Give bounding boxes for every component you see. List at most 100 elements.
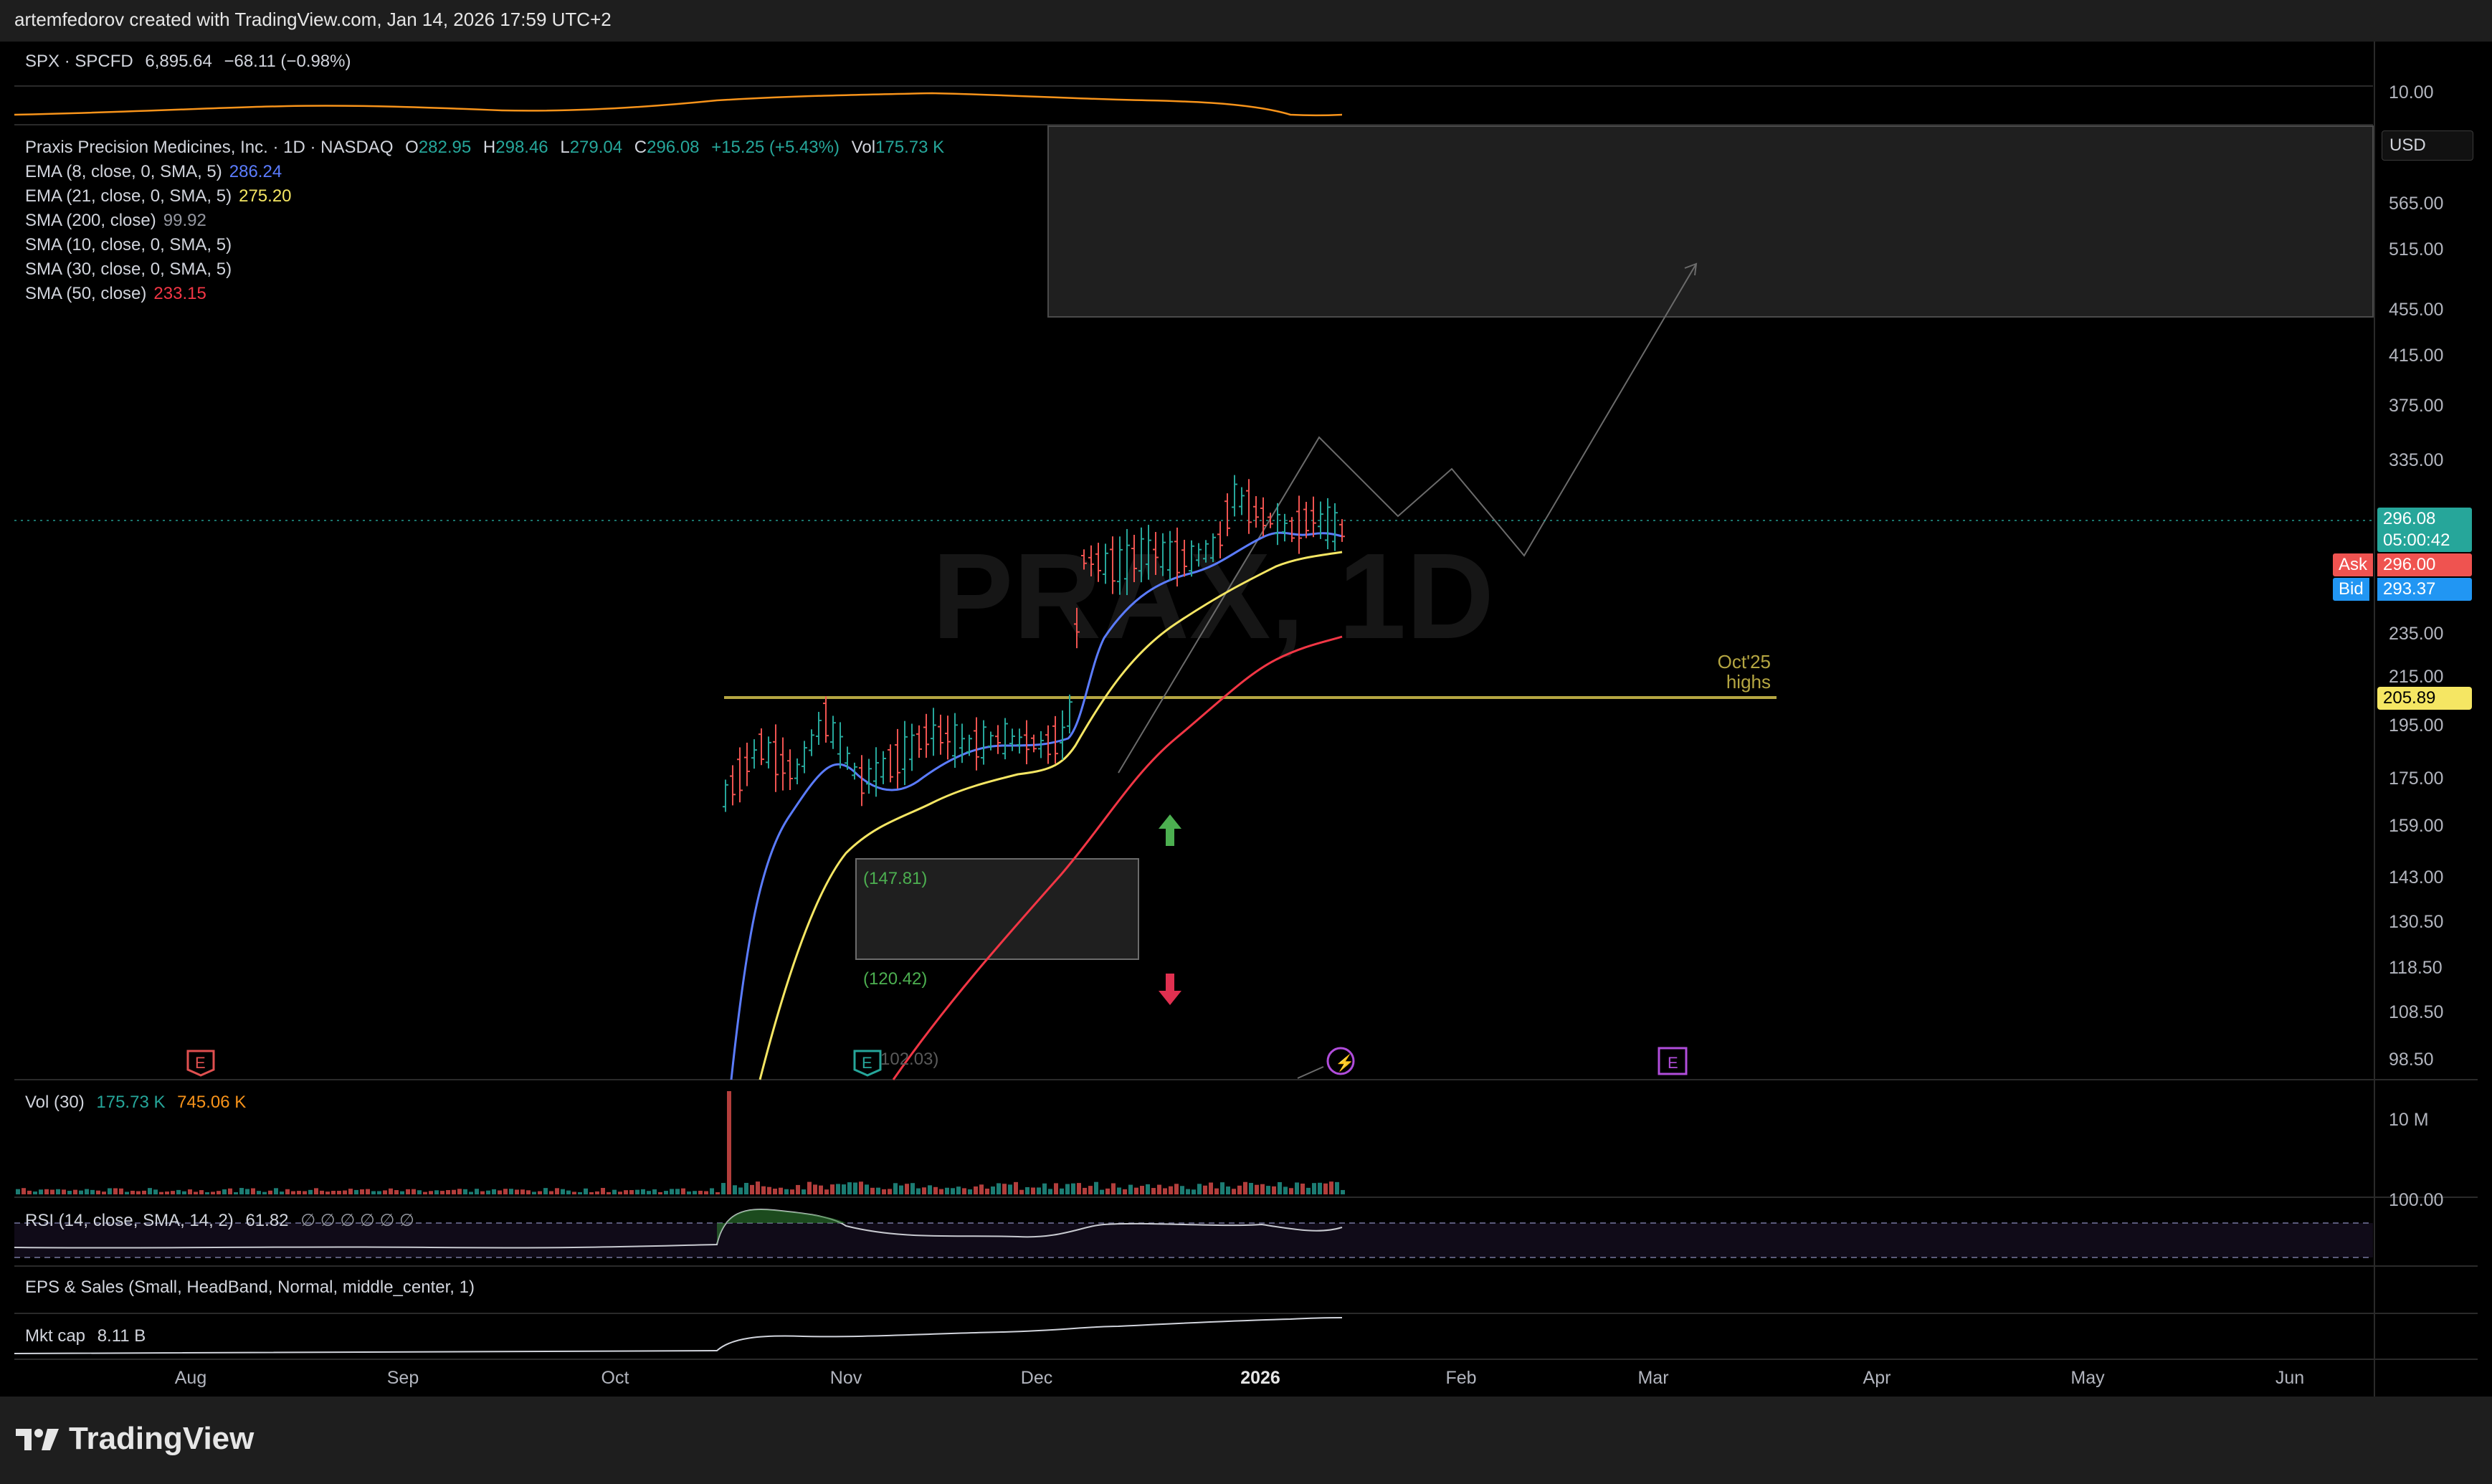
volume-bar xyxy=(148,1188,152,1194)
indicator-sma10[interactable]: SMA (10, close, 0, SMA, 5) xyxy=(25,235,232,255)
volume-bar xyxy=(492,1189,496,1194)
volume-bar xyxy=(245,1189,249,1194)
rsi-value: 61.82 xyxy=(245,1211,289,1230)
volume-bar xyxy=(262,1192,267,1194)
mktcap-line xyxy=(14,1317,1343,1354)
volume-bar xyxy=(847,1182,852,1194)
volume-bar xyxy=(853,1182,857,1194)
volume-bar xyxy=(1008,1184,1012,1194)
volume-bar xyxy=(308,1189,313,1194)
bid-label: Bid xyxy=(2333,578,2369,601)
indicator-ema21[interactable]: EMA (21, close, 0, SMA, 5) 275.20 xyxy=(25,186,292,206)
volume-bar xyxy=(33,1192,37,1194)
volume-bar xyxy=(337,1191,341,1194)
volume-bar xyxy=(687,1191,691,1194)
volume-bar xyxy=(199,1190,204,1194)
volume-bar xyxy=(360,1189,364,1194)
indicator-sma50[interactable]: SMA (50, close) 233.15 xyxy=(25,284,206,304)
compare-legend[interactable]: SPX · SPCFD 6,895.64 −68.11 (−0.98%) xyxy=(25,52,351,72)
volume-bar xyxy=(629,1190,634,1194)
volume-bar xyxy=(348,1189,353,1194)
price-tick: 98.50 xyxy=(2389,1050,2434,1070)
level-note-line2[interactable]: highs xyxy=(1699,671,1771,693)
level-price-tag: 205.89 xyxy=(2377,687,2472,710)
currency-selector[interactable]: USD xyxy=(2382,130,2473,161)
volume-bar xyxy=(1260,1184,1265,1194)
chart-canvas[interactable]: PRAX, 1D E E ⚡ E xyxy=(0,0,2492,1484)
compare-symbol[interactable]: SPX · SPCFD xyxy=(25,52,133,71)
volume-bar xyxy=(520,1189,525,1194)
volume-bar xyxy=(1077,1183,1081,1194)
volume-value: 175.73 K xyxy=(96,1093,166,1112)
indicator-value: 286.24 xyxy=(229,162,282,181)
arrow-up-icon xyxy=(1159,814,1181,846)
volume-bar xyxy=(1255,1184,1259,1194)
volume-bar xyxy=(704,1191,708,1194)
volume-bar xyxy=(452,1189,456,1194)
indicator-sma30[interactable]: SMA (30, close, 0, SMA, 5) xyxy=(25,260,232,280)
time-tick: Apr xyxy=(1863,1368,1891,1388)
volume-bar xyxy=(842,1184,846,1194)
volume-bar xyxy=(268,1190,272,1194)
volume-bar xyxy=(698,1190,703,1194)
indicator-name: SMA (30, close, 0, SMA, 5) xyxy=(25,260,232,279)
time-tick: Dec xyxy=(1020,1368,1053,1388)
volume-bar xyxy=(503,1189,508,1194)
volume-bar xyxy=(205,1192,209,1194)
volume-bar xyxy=(1031,1187,1035,1194)
indicator-sma200[interactable]: SMA (200, close) 99.92 xyxy=(25,211,206,231)
volume-bar xyxy=(217,1191,221,1194)
volume-bar xyxy=(440,1191,444,1194)
volume-bar xyxy=(56,1189,60,1194)
rsi-legend[interactable]: RSI (14, close, SMA, 14, 2) 61.82 ∅ ∅ ∅ … xyxy=(25,1210,414,1231)
volume-bar xyxy=(538,1191,542,1194)
symbol-title[interactable]: Praxis Precision Medicines, Inc. · 1D · … xyxy=(25,138,393,157)
volume-bar xyxy=(1323,1183,1328,1194)
volume-bar xyxy=(429,1191,433,1194)
price-tick: 143.00 xyxy=(2389,867,2444,888)
volume-bar xyxy=(859,1181,863,1194)
time-tick: Mar xyxy=(1637,1368,1669,1388)
eps-label: EPS & Sales (Small, HeadBand, Normal, mi… xyxy=(25,1278,475,1297)
volume-bar xyxy=(1088,1186,1093,1194)
volume-bar xyxy=(1100,1189,1104,1194)
volume-bar xyxy=(16,1189,20,1194)
volume-bar xyxy=(50,1189,54,1194)
eps-legend[interactable]: EPS & Sales (Small, HeadBand, Normal, mi… xyxy=(25,1278,475,1298)
volume-bar xyxy=(1019,1189,1024,1194)
volume-bar xyxy=(796,1184,800,1194)
indicator-name: SMA (200, close) xyxy=(25,211,156,230)
close-value: 296.08 xyxy=(647,138,700,157)
price-tick: 375.00 xyxy=(2389,396,2444,416)
indicator-ema8[interactable]: EMA (8, close, 0, SMA, 5) 286.24 xyxy=(25,162,282,182)
volume-bar xyxy=(171,1191,175,1194)
volume-legend[interactable]: Vol (30) 175.73 K 745.06 K xyxy=(25,1093,246,1113)
main-legend[interactable]: Praxis Precision Medicines, Inc. · 1D · … xyxy=(25,138,944,158)
volume-bar xyxy=(670,1189,674,1194)
tradingview-logo-icon xyxy=(16,1429,59,1450)
low-value: 279.04 xyxy=(569,138,623,157)
level-note-line1[interactable]: Oct'25 xyxy=(1699,651,1771,673)
volume-bar xyxy=(44,1189,49,1194)
volume-bar xyxy=(1146,1184,1150,1194)
time-tick: Jun xyxy=(2275,1368,2305,1388)
mktcap-legend[interactable]: Mkt cap 8.11 B xyxy=(25,1326,146,1346)
volume-bar xyxy=(1065,1184,1070,1194)
volume-bar xyxy=(658,1192,662,1194)
volume-bar xyxy=(784,1189,789,1194)
volume-bar xyxy=(434,1190,439,1194)
volume-bar xyxy=(870,1187,875,1194)
volume-bar xyxy=(291,1191,295,1194)
volume-bar xyxy=(566,1190,571,1194)
volume-bar xyxy=(498,1190,502,1194)
volume-bar xyxy=(108,1188,112,1194)
tradingview-logo[interactable]: TradingView xyxy=(16,1421,254,1457)
volume-bar xyxy=(865,1184,869,1194)
volume-bar xyxy=(176,1189,181,1194)
svg-text:E: E xyxy=(1668,1054,1678,1072)
volume-bar xyxy=(882,1189,886,1194)
volume-bar xyxy=(968,1189,972,1194)
volume-bar xyxy=(584,1188,588,1194)
ask-tag: 296.00 xyxy=(2377,553,2472,576)
volume-bar xyxy=(1025,1186,1029,1194)
